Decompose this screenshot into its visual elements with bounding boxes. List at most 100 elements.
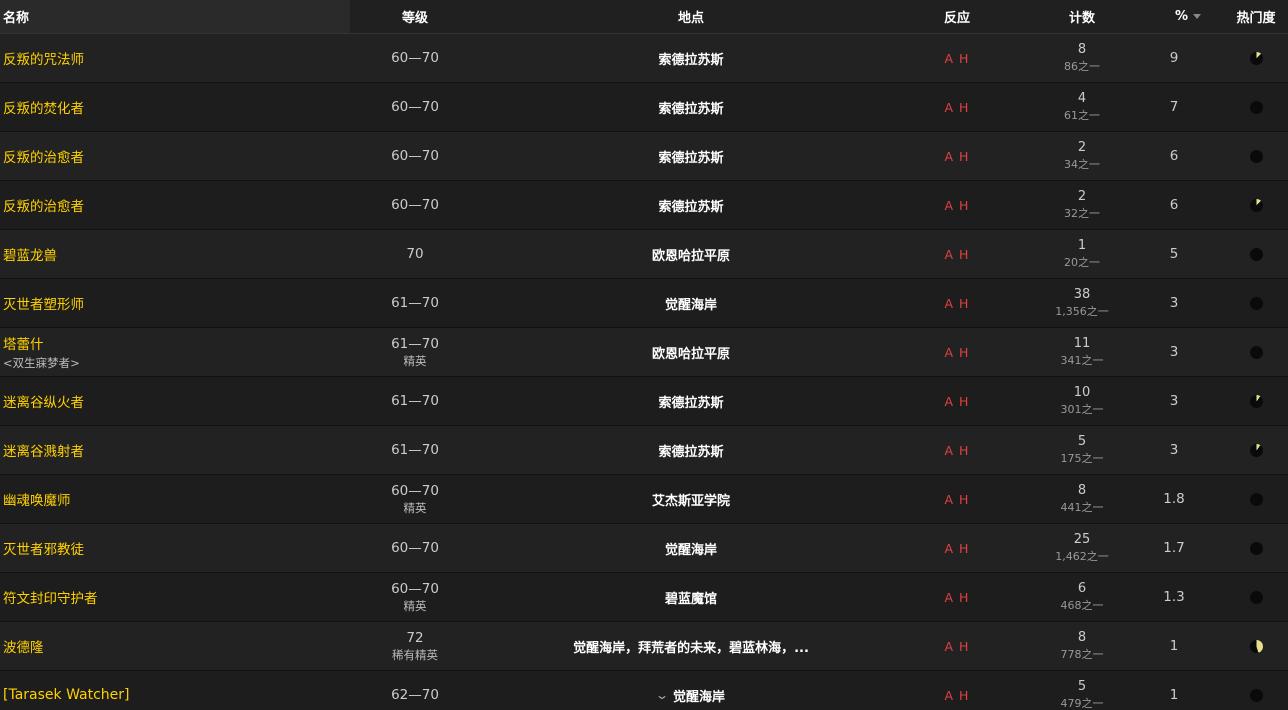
cell-reaction: A H bbox=[902, 426, 1012, 474]
chevron-down-icon[interactable]: ⌄ bbox=[655, 688, 669, 702]
cell-level: 72 稀有精英 bbox=[350, 622, 480, 670]
cell-spacer bbox=[1196, 83, 1224, 131]
cell-percent: 1.8 bbox=[1152, 475, 1196, 523]
col-header-zone[interactable]: 地点 bbox=[480, 0, 902, 33]
zone-link[interactable]: 碧蓝魔馆 bbox=[665, 588, 717, 607]
col-header-react[interactable]: 反应 bbox=[902, 0, 1012, 33]
zone-link[interactable]: 索德拉苏斯 bbox=[658, 49, 723, 68]
npc-name-link[interactable]: 幽魂唤魔师 bbox=[3, 489, 71, 509]
table-row[interactable]: 迷离谷溅射者 61—70 索德拉苏斯 A H 5 175之一 3 bbox=[0, 426, 1288, 475]
cell-popularity bbox=[1224, 181, 1288, 229]
cell-level: 60—70 精英 bbox=[350, 573, 480, 621]
drop-percent: 3 bbox=[1169, 393, 1179, 409]
reaction-badge: A H bbox=[944, 148, 970, 164]
drop-percent: 6 bbox=[1169, 197, 1179, 213]
table-row[interactable]: 灭世者塑形师 61—70 觉醒海岸 A H 38 1,356之一 3 bbox=[0, 279, 1288, 328]
table-row[interactable]: 碧蓝龙兽 70 欧恩哈拉平原 A H 1 20之一 5 bbox=[0, 230, 1288, 279]
table-row[interactable]: 反叛的治愈者 60—70 索德拉苏斯 A H 2 32之一 6 bbox=[0, 181, 1288, 230]
cell-name: 反叛的治愈者 bbox=[0, 132, 350, 180]
npc-name-link[interactable]: 迷离谷纵火者 bbox=[3, 391, 84, 411]
cell-spacer bbox=[1196, 475, 1224, 523]
npc-name-link[interactable]: 符文封印守护者 bbox=[3, 587, 98, 607]
cell-level: 70 bbox=[350, 230, 480, 278]
npc-name-link[interactable]: 灭世者邪教徒 bbox=[3, 538, 84, 558]
cell-reaction: A H bbox=[902, 377, 1012, 425]
col-header-name-label: 名称 bbox=[3, 11, 30, 26]
zone-link[interactable]: 觉醒海岸 bbox=[673, 686, 725, 705]
npc-name-link[interactable]: 反叛的焚化者 bbox=[3, 97, 84, 117]
col-header-pop[interactable]: 热门度 bbox=[1224, 0, 1288, 33]
cell-count: 8 86之一 bbox=[1012, 34, 1152, 82]
col-header-count[interactable]: 计数 bbox=[1012, 0, 1152, 33]
cell-spacer bbox=[1196, 573, 1224, 621]
table-row[interactable]: 迷离谷纵火者 61—70 索德拉苏斯 A H 10 301之一 3 bbox=[0, 377, 1288, 426]
zone-link[interactable]: 索德拉苏斯 bbox=[658, 441, 723, 460]
drop-count-total: 1,462之一 bbox=[1055, 550, 1109, 563]
npc-name-link[interactable]: 反叛的咒法师 bbox=[3, 48, 84, 68]
table-row[interactable]: 符文封印守护者 60—70 精英 碧蓝魔馆 A H 6 468之一 1.3 bbox=[0, 573, 1288, 622]
cell-percent: 5 bbox=[1152, 230, 1196, 278]
cell-name: 反叛的焚化者 bbox=[0, 83, 350, 131]
drop-count-total: 341之一 bbox=[1060, 354, 1104, 367]
zone-link[interactable]: 欧恩哈拉平原 bbox=[652, 245, 730, 264]
col-header-pct[interactable]: % bbox=[1152, 0, 1224, 33]
cell-name: 幽魂唤魔师 bbox=[0, 475, 350, 523]
cell-name: [Tarasek Watcher] bbox=[0, 671, 350, 710]
cell-popularity bbox=[1224, 328, 1288, 376]
npc-name-link[interactable]: 碧蓝龙兽 bbox=[3, 244, 57, 264]
cell-count: 5 175之一 bbox=[1012, 426, 1152, 474]
zone-link[interactable]: 艾杰斯亚学院 bbox=[652, 490, 730, 509]
col-header-level[interactable]: 等级 bbox=[350, 0, 480, 33]
npc-name-link[interactable]: 反叛的治愈者 bbox=[3, 195, 84, 215]
npc-name-link[interactable]: [Tarasek Watcher] bbox=[3, 687, 130, 703]
cell-reaction: A H bbox=[902, 328, 1012, 376]
cell-popularity bbox=[1224, 279, 1288, 327]
npc-name-link[interactable]: 迷离谷溅射者 bbox=[3, 440, 84, 460]
zone-link[interactable]: 索德拉苏斯 bbox=[658, 147, 723, 166]
table-row[interactable]: 幽魂唤魔师 60—70 精英 艾杰斯亚学院 A H 8 441之一 1.8 bbox=[0, 475, 1288, 524]
cell-percent: 3 bbox=[1152, 426, 1196, 474]
drop-count-total: 301之一 bbox=[1060, 403, 1104, 416]
cell-spacer bbox=[1196, 181, 1224, 229]
npc-name-link[interactable]: 塔蕾什 bbox=[3, 333, 44, 353]
npc-name-link[interactable]: 反叛的治愈者 bbox=[3, 146, 84, 166]
zone-link[interactable]: 索德拉苏斯 bbox=[658, 392, 723, 411]
zone-link[interactable]: 觉醒海岸，拜荒者的未来，碧蓝林海，... bbox=[573, 637, 809, 656]
npc-level: 60—70 bbox=[391, 99, 439, 115]
popularity-pie-icon bbox=[1249, 247, 1263, 261]
cell-level: 61—70 bbox=[350, 279, 480, 327]
cell-level: 61—70 精英 bbox=[350, 328, 480, 376]
table-row[interactable]: 反叛的治愈者 60—70 索德拉苏斯 A H 2 34之一 6 bbox=[0, 132, 1288, 181]
table-row[interactable]: 反叛的焚化者 60—70 索德拉苏斯 A H 4 61之一 7 bbox=[0, 83, 1288, 132]
table-row[interactable]: 灭世者邪教徒 60—70 觉醒海岸 A H 25 1,462之一 1.7 bbox=[0, 524, 1288, 573]
popularity-pie-icon bbox=[1249, 541, 1263, 555]
table-row[interactable]: 塔蕾什 <双生寐梦者> 61—70 精英 欧恩哈拉平原 A H 11 341之一 3 bbox=[0, 328, 1288, 377]
col-header-name[interactable]: 名称 bbox=[0, 0, 350, 33]
cell-popularity bbox=[1224, 34, 1288, 82]
drop-percent: 1 bbox=[1169, 638, 1179, 654]
cell-count: 11 341之一 bbox=[1012, 328, 1152, 376]
table-row[interactable]: [Tarasek Watcher] 62—70 ⌄ 觉醒海岸 A H 5 479之一 1 bbox=[0, 671, 1288, 710]
drop-count: 10 bbox=[1073, 385, 1091, 400]
npc-name-link[interactable]: 波德隆 bbox=[3, 636, 44, 656]
col-header-zone-label: 地点 bbox=[677, 11, 704, 26]
cell-name: 迷离谷溅射者 bbox=[0, 426, 350, 474]
zone-link[interactable]: 索德拉苏斯 bbox=[658, 98, 723, 117]
npc-level: 61—70 bbox=[391, 442, 439, 458]
drop-count-total: 468之一 bbox=[1060, 599, 1104, 612]
npc-level: 61—70 bbox=[391, 295, 439, 311]
npc-name-link[interactable]: 灭世者塑形师 bbox=[3, 293, 84, 313]
cell-count: 25 1,462之一 bbox=[1012, 524, 1152, 572]
drop-count-total: 175之一 bbox=[1060, 452, 1104, 465]
zone-link[interactable]: 觉醒海岸 bbox=[665, 539, 717, 558]
zone-link[interactable]: 索德拉苏斯 bbox=[658, 196, 723, 215]
zone-link[interactable]: 觉醒海岸 bbox=[665, 294, 717, 313]
drop-percent: 1.8 bbox=[1163, 491, 1185, 507]
cell-reaction: A H bbox=[902, 279, 1012, 327]
cell-name: 符文封印守护者 bbox=[0, 573, 350, 621]
drop-count-total: 1,356之一 bbox=[1055, 305, 1109, 318]
zone-link[interactable]: 欧恩哈拉平原 bbox=[652, 343, 730, 362]
npc-level: 61—70 bbox=[391, 393, 439, 409]
table-row[interactable]: 波德隆 72 稀有精英 觉醒海岸，拜荒者的未来，碧蓝林海，... A H 8 778之一 1 bbox=[0, 622, 1288, 671]
table-row[interactable]: 反叛的咒法师 60—70 索德拉苏斯 A H 8 86之一 9 bbox=[0, 34, 1288, 83]
